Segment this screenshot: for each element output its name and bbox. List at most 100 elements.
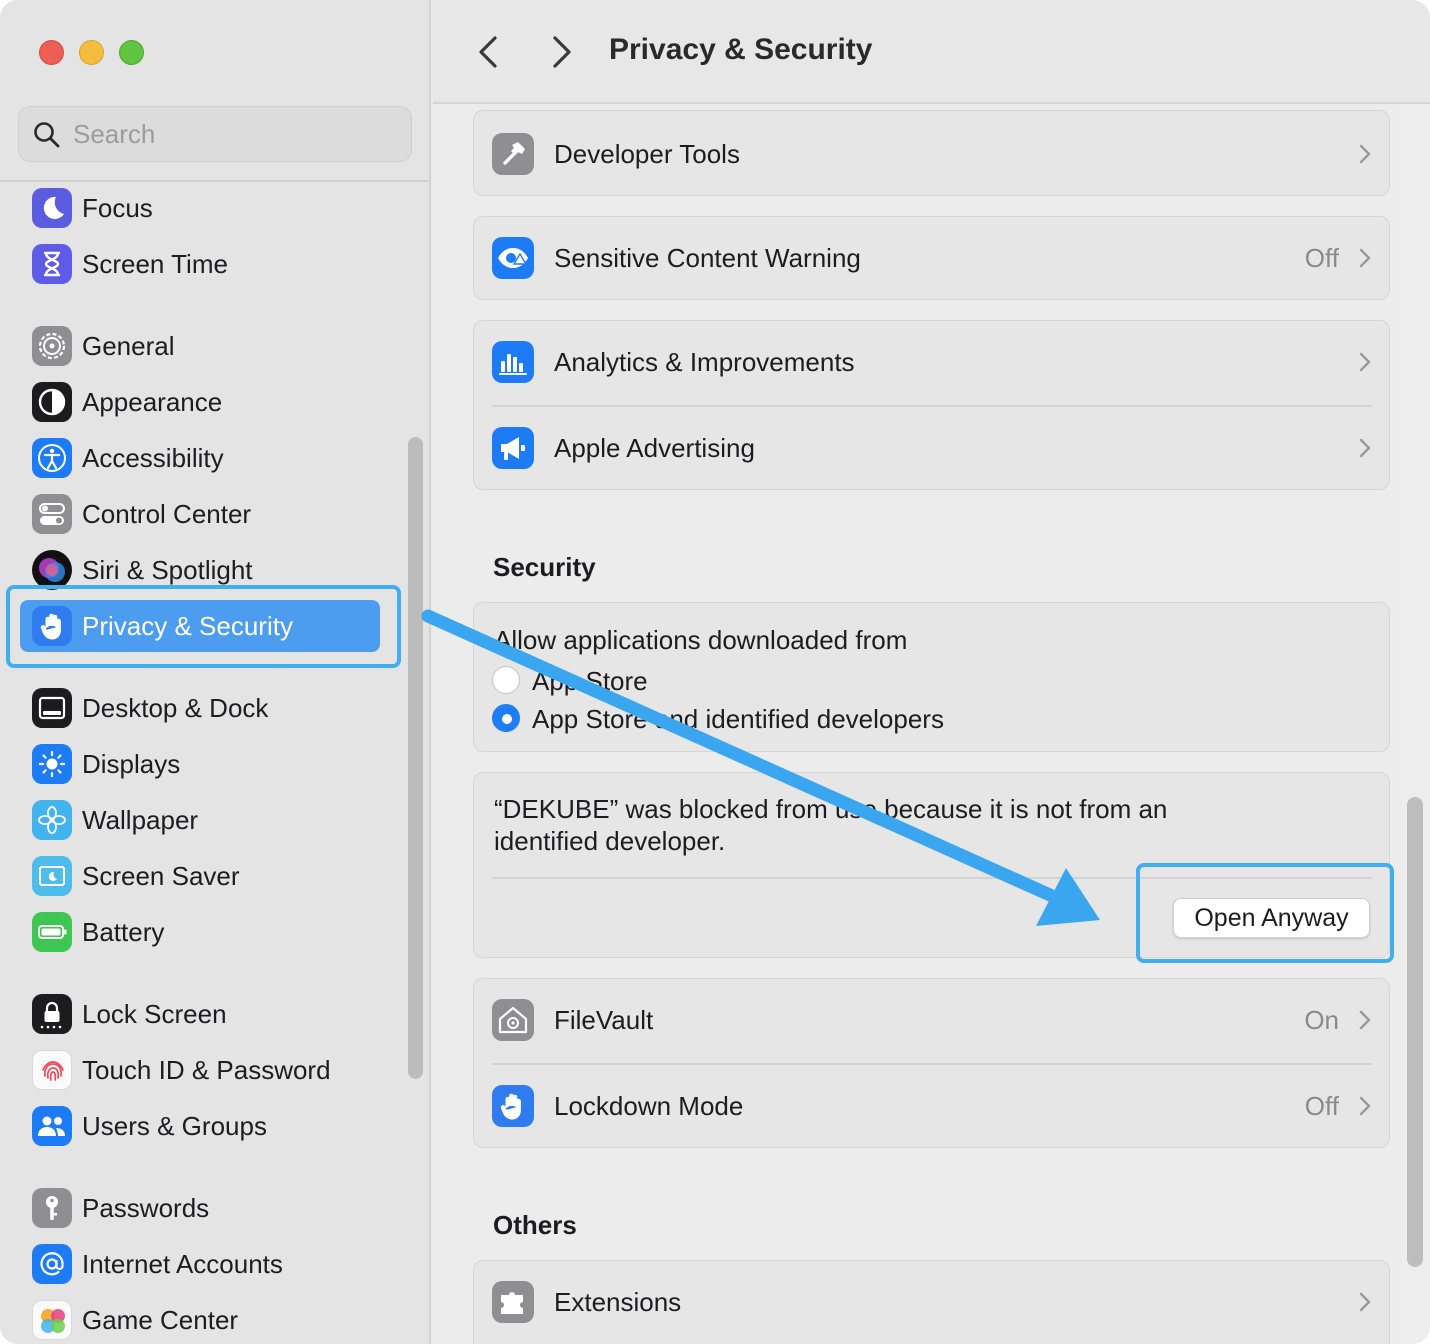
chevron-right-icon — [1359, 144, 1371, 164]
developer-tools-row[interactable]: Developer Tools — [474, 113, 1391, 197]
selection-highlight-box — [6, 585, 401, 668]
moon-icon — [32, 188, 72, 228]
sidebar-item-internet-accounts[interactable]: Internet Accounts — [20, 1238, 380, 1290]
open-anyway-highlight-box — [1136, 863, 1394, 963]
lockdown-mode-row[interactable]: Lockdown Mode Off — [474, 1065, 1391, 1149]
chevron-right-icon — [1359, 352, 1371, 372]
fingerprint-icon — [32, 1050, 72, 1090]
blocked-app-message: “DEKUBE” was blocked from use because it… — [494, 794, 1168, 856]
lock-icon — [32, 994, 72, 1034]
search-input[interactable] — [73, 117, 393, 151]
sidebar-item-screen-saver[interactable]: Screen Saver — [20, 850, 380, 902]
chevron-right-icon — [1359, 1096, 1371, 1116]
row-value: On — [1304, 1005, 1339, 1035]
sidebar-item-screen-time[interactable]: Screen Time — [20, 238, 380, 290]
sidebar-item-label: Internet Accounts — [82, 1249, 283, 1279]
filevault-row[interactable]: FileVault On — [474, 979, 1391, 1063]
sidebar-item-label: Passwords — [82, 1193, 210, 1223]
eye-warning-icon — [492, 237, 534, 279]
sidebar-item-desktop-dock[interactable]: Desktop & Dock — [20, 682, 380, 734]
sidebar-item-label: Screen Saver — [82, 861, 240, 891]
sidebar-item-label: Lock Screen — [82, 999, 227, 1029]
radio-button-app-store[interactable] — [492, 666, 520, 694]
close-window-button[interactable] — [39, 40, 64, 65]
extensions-row[interactable]: Extensions — [474, 1261, 1391, 1344]
analytics-advertising-card: Analytics & Improvements Apple Advertisi… — [473, 320, 1390, 490]
battery-icon — [32, 912, 72, 952]
zoom-window-button[interactable] — [119, 40, 144, 65]
sidebar-item-battery[interactable]: Battery — [20, 906, 380, 958]
row-value: Off — [1304, 243, 1339, 273]
search-icon — [34, 122, 60, 148]
sidebar-scrollbar[interactable] — [408, 437, 423, 1079]
row-label: Sensitive Content Warning — [554, 243, 861, 273]
sidebar-item-label: Appearance — [82, 387, 223, 417]
row-label: Analytics & Improvements — [554, 347, 855, 377]
hand-icon — [492, 1085, 534, 1127]
sidebar-item-focus[interactable]: Focus — [20, 182, 380, 234]
settings-window: Focus Screen Time General Appearance — [0, 0, 1430, 1344]
row-label: Developer Tools — [554, 139, 740, 169]
sidebar-item-passwords[interactable]: Passwords — [20, 1182, 380, 1234]
sidebar-item-touch-id-password[interactable]: Touch ID & Password — [20, 1044, 380, 1096]
radio-label: App Store and identified developers — [532, 704, 944, 734]
search-box[interactable] — [18, 106, 412, 162]
chevron-right-icon — [1359, 438, 1371, 458]
sidebar-item-general[interactable]: General — [20, 320, 380, 372]
sidebar-item-label: Wallpaper — [82, 805, 199, 835]
others-section-title: Others — [493, 1210, 577, 1240]
radio-app-store-identified[interactable]: App Store and identified developers — [492, 703, 1092, 735]
sidebar-item-wallpaper[interactable]: Wallpaper — [20, 794, 380, 846]
sidebar-item-appearance[interactable]: Appearance — [20, 376, 380, 428]
allow-apps-card: Allow applications downloaded from App S… — [473, 602, 1390, 752]
megaphone-icon — [492, 427, 534, 469]
sidebar-item-control-center[interactable]: Control Center — [20, 488, 380, 540]
sidebar-item-label: Users & Groups — [82, 1111, 267, 1141]
screensaver-icon — [32, 856, 72, 896]
filevault-icon — [492, 999, 534, 1041]
row-label: Apple Advertising — [554, 433, 755, 463]
users-icon — [32, 1106, 72, 1146]
key-icon — [32, 1188, 72, 1228]
sensitive-content-card: Sensitive Content Warning Off — [473, 216, 1390, 300]
developer-tools-card: Developer Tools — [473, 110, 1390, 196]
game-center-icon — [32, 1300, 72, 1340]
sidebar-item-displays[interactable]: Displays — [20, 738, 380, 790]
content-scrollbar[interactable] — [1407, 797, 1423, 1267]
forward-chevron-icon[interactable] — [541, 30, 581, 74]
sidebar: Focus Screen Time General Appearance — [0, 0, 431, 1344]
row-label: FileVault — [554, 1005, 654, 1035]
content-pane: Privacy & Security Developer Tools Sensi… — [433, 0, 1430, 1344]
sidebar-item-label: General — [82, 331, 175, 361]
analytics-improvements-row[interactable]: Analytics & Improvements — [474, 321, 1391, 405]
radio-app-store[interactable]: App Store — [492, 665, 992, 697]
at-icon — [32, 1244, 72, 1284]
sidebar-item-lock-screen[interactable]: Lock Screen — [20, 988, 380, 1040]
minimize-window-button[interactable] — [79, 40, 104, 65]
chevron-right-icon — [1359, 1292, 1371, 1312]
row-value: Off — [1304, 1091, 1339, 1121]
sensitive-content-warning-row[interactable]: Sensitive Content Warning Off — [474, 217, 1391, 301]
toggles-icon — [32, 494, 72, 534]
sidebar-item-users-groups[interactable]: Users & Groups — [20, 1100, 380, 1152]
radio-button-app-store-identified[interactable] — [492, 704, 520, 732]
sidebar-item-label: Siri & Spotlight — [82, 555, 253, 585]
dock-icon — [32, 688, 72, 728]
sidebar-item-label: Screen Time — [82, 249, 228, 279]
allow-apps-label: Allow applications downloaded from — [494, 625, 908, 655]
sidebar-item-accessibility[interactable]: Accessibility — [20, 432, 380, 484]
back-chevron-icon[interactable] — [469, 30, 509, 74]
filevault-lockdown-card: FileVault On Lockdown Mode Off — [473, 978, 1390, 1148]
sidebar-item-game-center[interactable]: Game Center — [20, 1294, 380, 1344]
row-label: Lockdown Mode — [554, 1091, 744, 1121]
page-title: Privacy & Security — [609, 33, 873, 66]
sidebar-item-label: Game Center — [82, 1305, 239, 1335]
apple-advertising-row[interactable]: Apple Advertising — [474, 407, 1391, 491]
sidebar-item-label: Focus — [82, 193, 153, 223]
sidebar-item-label: Displays — [82, 749, 181, 779]
sidebar-item-label: Touch ID & Password — [82, 1055, 331, 1085]
accessibility-icon — [32, 438, 72, 478]
bar-chart-icon — [492, 341, 534, 383]
row-label: Extensions — [554, 1287, 682, 1317]
sun-icon — [32, 744, 72, 784]
